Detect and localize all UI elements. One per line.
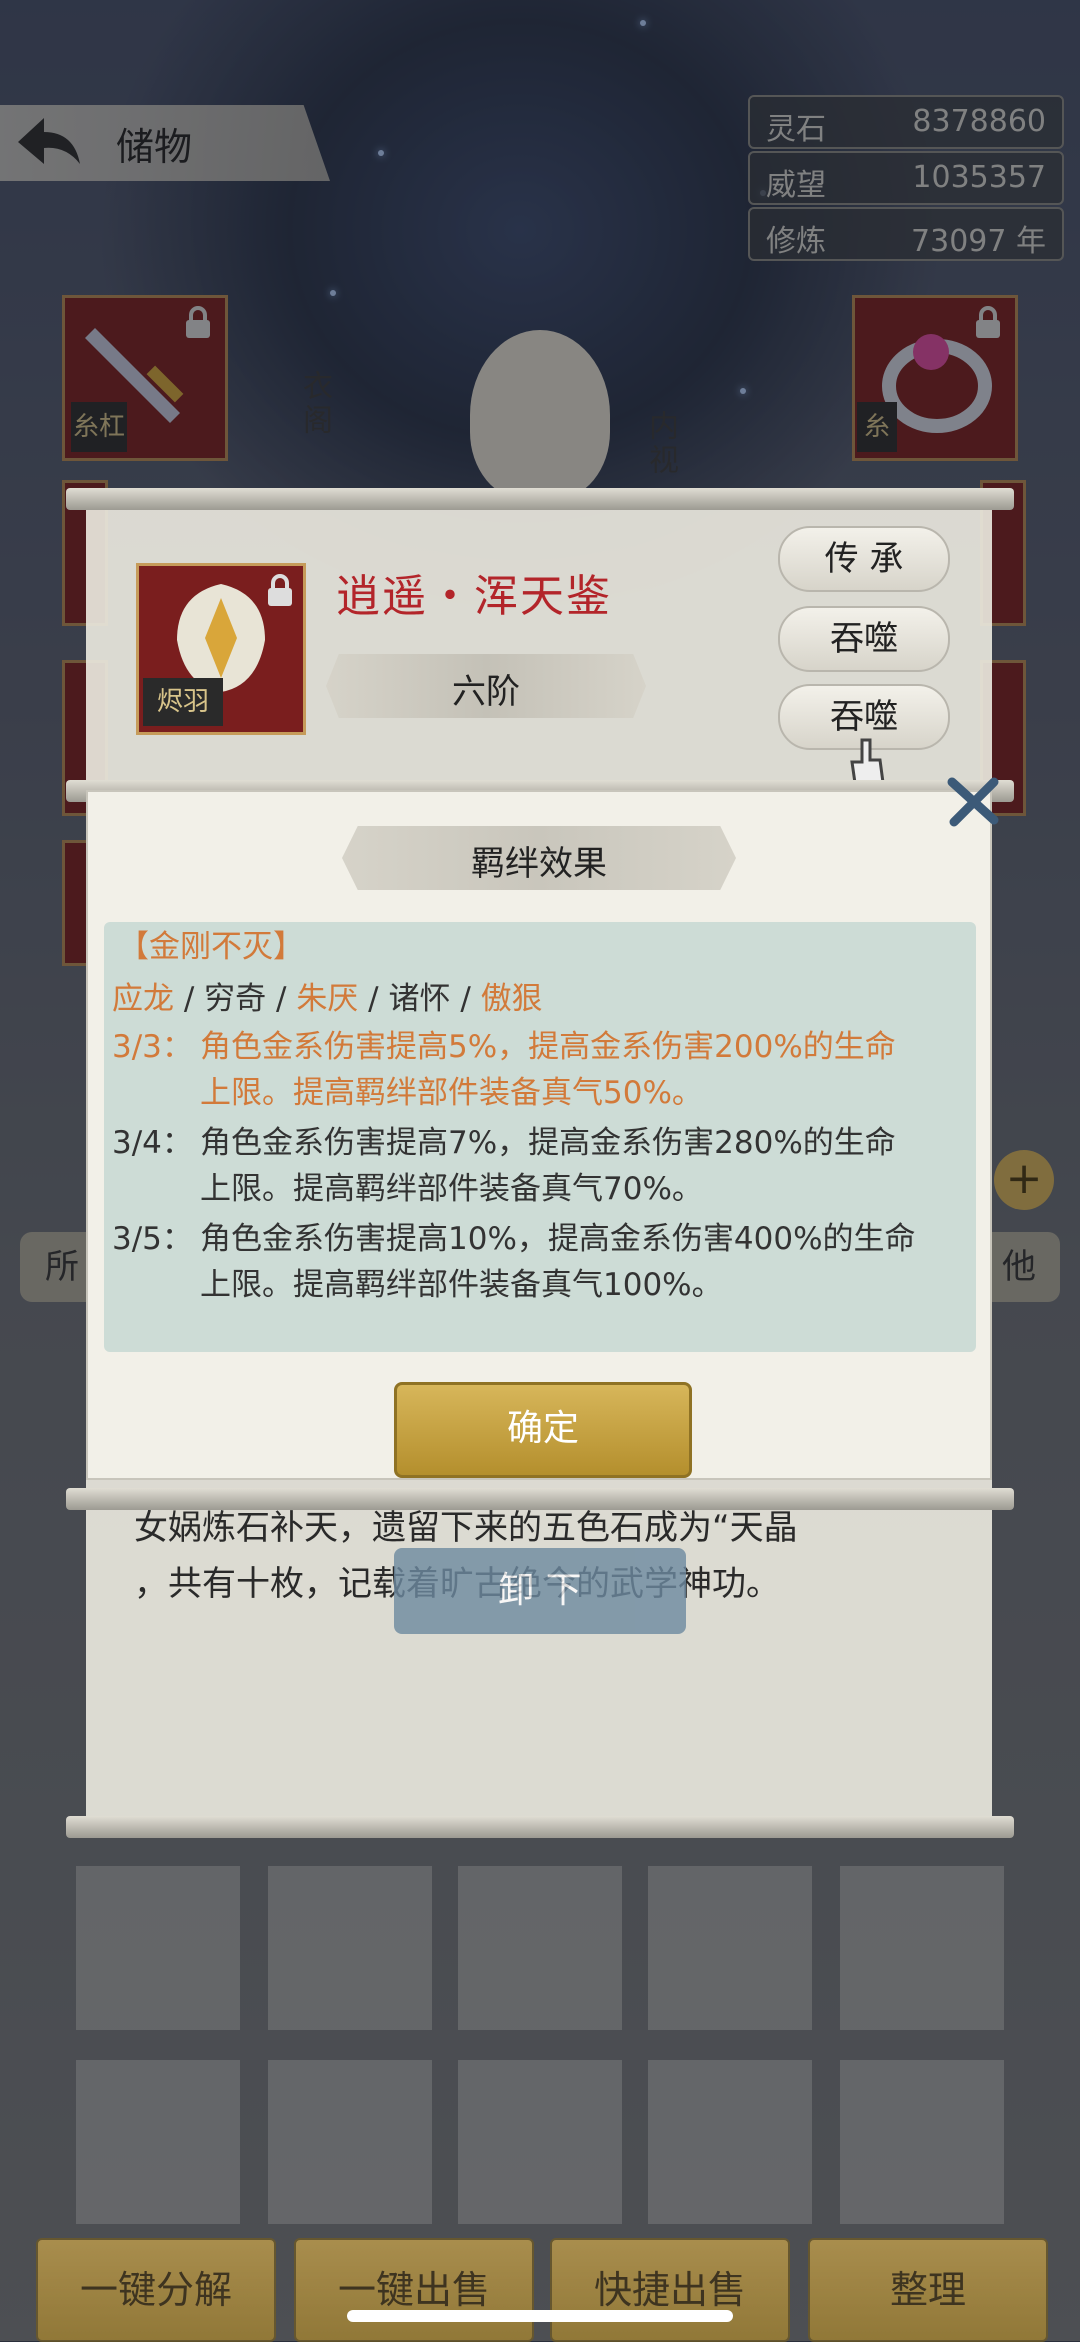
effect-count: 3/4： — [112, 1125, 193, 1161]
sort-button[interactable]: 整理 — [808, 2238, 1048, 2342]
effect-text: 上限。提高羁绊部件装备真气100%。 — [200, 1267, 723, 1303]
one-click-sell-button[interactable]: 一键出售 — [294, 2238, 534, 2342]
set-name: 【金刚不灭】 — [118, 929, 304, 965]
inventory-slot[interactable] — [840, 1866, 1004, 2030]
member-active: 傲狠 — [480, 981, 543, 1017]
inventory-slot[interactable] — [840, 2060, 1004, 2224]
member: 穷奇 — [204, 981, 267, 1017]
item-name: 逍遥・浑天鉴 — [336, 571, 612, 622]
set-members: 应龙 / 穷奇 / 朱厌 / 诸怀 / 傲狠 — [112, 981, 543, 1017]
item-seal-glyph: 烬羽 — [143, 678, 223, 726]
unequip-button[interactable]: 卸 下 — [394, 1548, 686, 1634]
effect-count: 3/3： — [112, 1029, 193, 1065]
dialog-rod-bottom — [66, 1488, 1014, 1510]
lock-icon — [268, 574, 292, 606]
effect-text: 上限。提高羁绊部件装备真气50%。 — [200, 1075, 703, 1111]
member-active: 朱厌 — [296, 981, 359, 1017]
home-indicator[interactable] — [347, 2310, 733, 2322]
scroll-rod-bottom — [66, 1816, 1014, 1838]
member-active: 应龙 — [112, 981, 174, 1017]
effect-text: 角色金系伤害提高10%，提高金系伤害400%的生命 — [200, 1221, 916, 1257]
effect-text: 角色金系伤害提高5%，提高金系伤害200%的生命 — [200, 1029, 896, 1065]
inventory-slot[interactable] — [458, 2060, 622, 2224]
inventory-slot[interactable] — [648, 1866, 812, 2030]
effect-text: 上限。提高羁绊部件装备真气70%。 — [200, 1171, 703, 1207]
confirm-button[interactable]: 确定 — [394, 1382, 692, 1478]
inherit-button[interactable]: 传 承 — [778, 526, 950, 592]
quick-sell-button[interactable]: 快捷出售 — [550, 2238, 790, 2342]
item-icon: 烬羽 — [136, 563, 306, 735]
one-click-decompose-button[interactable]: 一键分解 — [36, 2238, 276, 2342]
effect-text: 角色金系伤害提高7%，提高金系伤害280%的生命 — [200, 1125, 896, 1161]
close-icon[interactable] — [944, 772, 1002, 830]
effect-count: 3/5： — [112, 1221, 193, 1257]
devour-button[interactable]: 吞噬 — [778, 606, 950, 672]
inventory-slot[interactable] — [458, 1866, 622, 2030]
inventory-slot[interactable] — [76, 1866, 240, 2030]
inventory-slot[interactable] — [648, 2060, 812, 2224]
member: 诸怀 — [388, 981, 451, 1017]
inventory-slot[interactable] — [268, 2060, 432, 2224]
inventory-slot[interactable] — [76, 2060, 240, 2224]
dialog-title: 羁绊效果 — [471, 844, 607, 884]
item-tier: 六阶 — [452, 672, 520, 712]
scroll-rod-top — [66, 488, 1014, 510]
inventory-slot[interactable] — [268, 1866, 432, 2030]
